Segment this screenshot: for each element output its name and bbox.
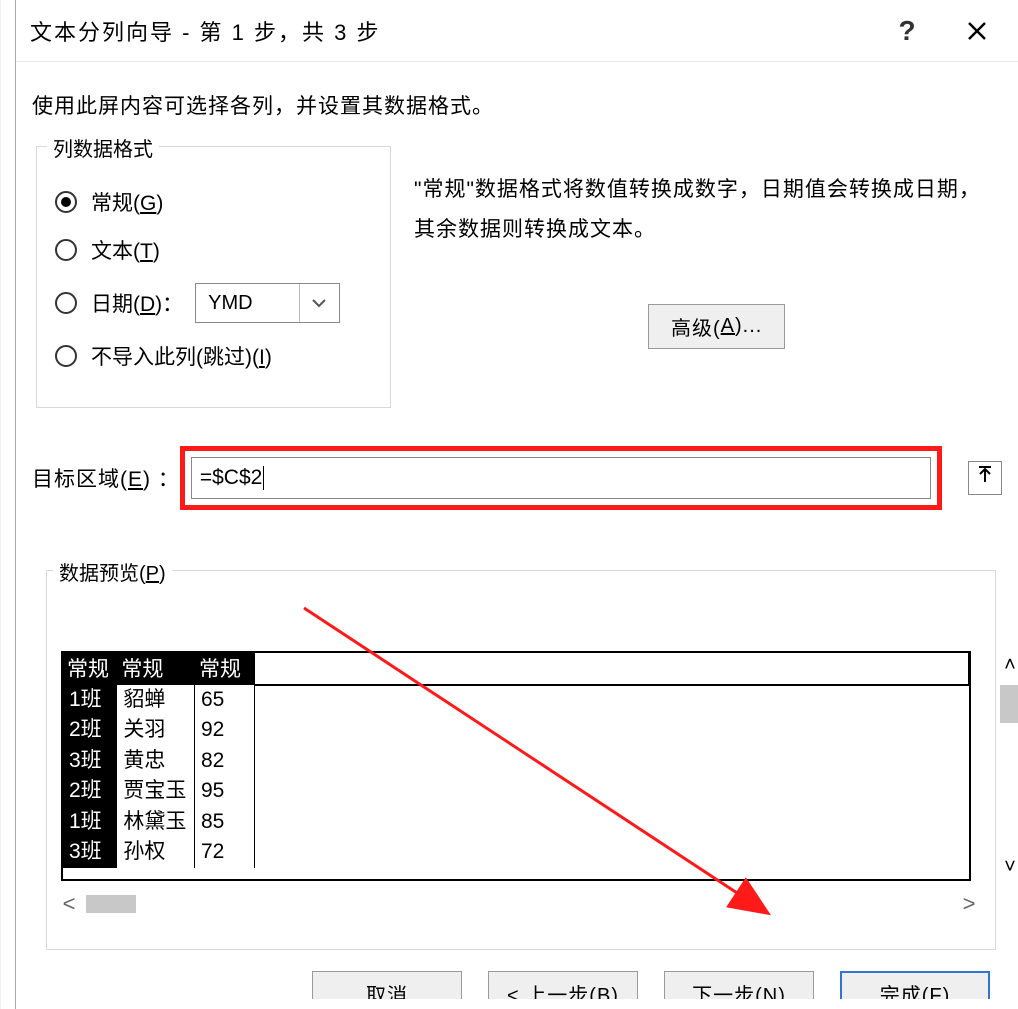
- advanced-button[interactable]: 高级(A)...: [648, 304, 785, 349]
- scroll-up-icon[interactable]: ˄: [1004, 651, 1016, 679]
- range-selector-button[interactable]: [968, 461, 1002, 495]
- cell: 关羽: [117, 715, 195, 745]
- table-row: 2班关羽92: [63, 715, 969, 745]
- format-group-legend: 列数据格式: [47, 133, 159, 162]
- cell: 1班: [63, 807, 117, 837]
- radio-skip-indicator: [55, 345, 77, 367]
- scroll-down-icon[interactable]: ˅: [1004, 853, 1016, 881]
- cell: 貂蝉: [117, 685, 195, 715]
- destination-row: 目标区域(E) ： =$C$2: [32, 446, 1002, 510]
- cell: 65: [194, 685, 254, 715]
- column-data-format-group: 列数据格式 常规(G) 文本(T) 日期(D)：: [36, 146, 391, 408]
- cell: 2班: [63, 776, 117, 806]
- cell: 孙权: [117, 837, 195, 867]
- destination-label: 目标区域(E) ：: [32, 463, 180, 493]
- cell: 85: [194, 807, 254, 837]
- radio-general-label: 常规(G): [91, 187, 163, 217]
- preview-header[interactable]: 常规: [117, 653, 195, 685]
- dialog-button-row: 取消 < 上一步(B) 下一步(N) 完成(F): [16, 971, 1018, 1009]
- date-format-select[interactable]: YMD: [195, 283, 339, 323]
- cell: 林黛玉: [117, 807, 195, 837]
- destination-input[interactable]: =$C$2: [191, 457, 931, 499]
- dialog-titlebar: 文本分列向导 - 第 1 步，共 3 步 ?: [16, 0, 1018, 62]
- radio-date[interactable]: 日期(D)： YMD: [55, 283, 376, 323]
- radio-date-label: 日期(D)：: [91, 288, 183, 318]
- date-format-value: YMD: [196, 292, 298, 315]
- scroll-right-icon[interactable]: >: [954, 891, 984, 917]
- next-button[interactable]: 下一步(N): [664, 971, 814, 1009]
- radio-text-label: 文本(T): [91, 235, 160, 265]
- preview-header[interactable]: 常规: [194, 653, 254, 685]
- table-row: 1班林黛玉85: [63, 807, 969, 837]
- back-button[interactable]: < 上一步(B): [488, 971, 638, 1009]
- preview-table: 常规常规常规1班貂蝉652班关羽923班黄忠822班贾宝玉951班林黛玉853班…: [61, 651, 971, 881]
- finish-button[interactable]: 完成(F): [840, 971, 990, 1009]
- radio-text-indicator: [55, 239, 77, 261]
- help-button[interactable]: ?: [872, 7, 942, 55]
- table-row: 3班黄忠82: [63, 746, 969, 776]
- data-preview-group: 数据预览(P) 常规常规常规1班貂蝉652班关羽923班黄忠822班贾宝玉951…: [46, 570, 996, 950]
- preview-vertical-scrollbar[interactable]: ˄ ˅: [997, 651, 1018, 881]
- close-button[interactable]: [942, 7, 1012, 55]
- table-row: 2班贾宝玉95: [63, 776, 969, 806]
- dialog-title: 文本分列向导 - 第 1 步，共 3 步: [30, 15, 872, 47]
- cell: 3班: [63, 746, 117, 776]
- radio-general-indicator: [55, 191, 77, 213]
- cancel-button[interactable]: 取消: [312, 971, 462, 1009]
- instruction-text: 使用此屏内容可选择各列，并设置其数据格式。: [32, 90, 998, 120]
- cell: 92: [194, 715, 254, 745]
- preview-legend: 数据预览(P): [53, 557, 172, 586]
- close-icon: [967, 21, 987, 41]
- radio-general[interactable]: 常规(G): [55, 187, 376, 217]
- collapse-dialog-icon: [976, 466, 994, 490]
- destination-value: =$C$2: [200, 466, 262, 490]
- scroll-thumb[interactable]: [1000, 685, 1018, 723]
- cell: 贾宝玉: [117, 776, 195, 806]
- cell: 黄忠: [117, 746, 195, 776]
- scroll-left-icon[interactable]: <: [54, 891, 84, 917]
- format-description: "常规"数据格式将数值转换成数字，日期值会转换成日期，其余数据则转换成文本。: [414, 170, 984, 250]
- radio-text[interactable]: 文本(T): [55, 235, 376, 265]
- text-to-columns-wizard-dialog: 文本分列向导 - 第 1 步，共 3 步 ? 使用此屏内容可选择各列，并设置其数…: [15, 0, 1018, 1009]
- destination-highlight: =$C$2: [180, 446, 942, 510]
- radio-date-indicator: [55, 292, 77, 314]
- cell: 2班: [63, 715, 117, 745]
- scroll-thumb-h[interactable]: [86, 895, 136, 913]
- preview-horizontal-scrollbar[interactable]: < >: [54, 891, 984, 917]
- radio-skip-label: 不导入此列(跳过)(I): [91, 341, 272, 371]
- chevron-down-icon: [299, 284, 339, 322]
- table-row: 3班孙权72: [63, 837, 969, 867]
- radio-skip[interactable]: 不导入此列(跳过)(I): [55, 341, 376, 371]
- cell: 1班: [63, 685, 117, 715]
- cell: 72: [194, 837, 254, 867]
- cell: 3班: [63, 837, 117, 867]
- cell: 82: [194, 746, 254, 776]
- preview-header[interactable]: 常规: [63, 653, 117, 685]
- table-row: 1班貂蝉65: [63, 685, 969, 715]
- cell: 95: [194, 776, 254, 806]
